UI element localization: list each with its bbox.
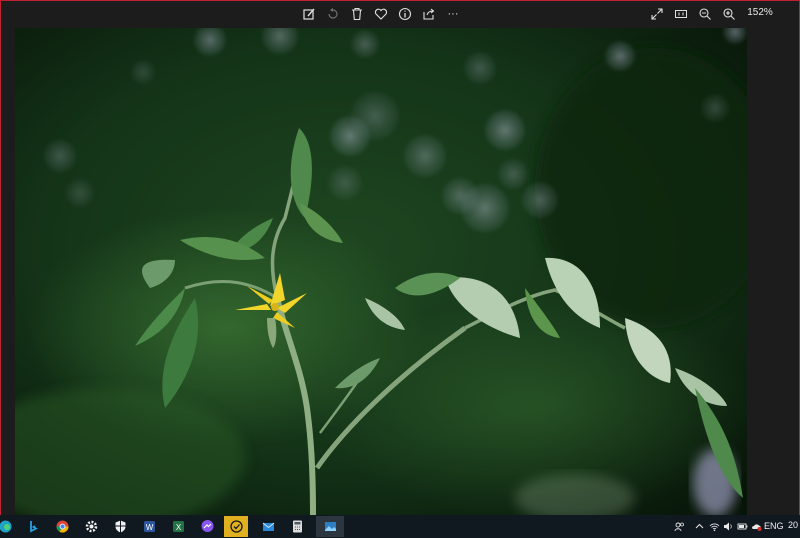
- rotate-icon[interactable]: [323, 4, 343, 24]
- photos-icon[interactable]: [316, 516, 344, 537]
- security-icon[interactable]: [108, 516, 132, 537]
- photos-app-window: ··· 152%: [0, 0, 800, 516]
- messenger-icon[interactable]: [195, 516, 219, 537]
- chrome-icon[interactable]: [50, 516, 74, 537]
- chevron-up-icon[interactable]: [693, 518, 705, 535]
- share-icon[interactable]: [419, 4, 439, 24]
- network-icon[interactable]: [708, 518, 720, 535]
- people-icon[interactable]: [672, 518, 686, 535]
- photo-image: [15, 28, 747, 516]
- onedrive-icon[interactable]: [750, 518, 762, 535]
- sticky-notes-icon[interactable]: [224, 516, 248, 537]
- zoom-level[interactable]: 152%: [745, 7, 775, 18]
- favorite-icon[interactable]: [371, 4, 391, 24]
- excel-icon[interactable]: X: [166, 516, 190, 537]
- windows-taskbar: W X ENG 20: [0, 515, 800, 538]
- volume-icon[interactable]: [722, 518, 734, 535]
- photo-toolbar: ··· 152%: [1, 1, 799, 27]
- more-icon[interactable]: ···: [443, 4, 463, 24]
- bing-icon[interactable]: [21, 516, 45, 537]
- svg-text:X: X: [175, 523, 181, 532]
- svg-text:W: W: [145, 523, 153, 532]
- calculator-icon[interactable]: [285, 516, 309, 537]
- mail-icon[interactable]: [256, 516, 280, 537]
- edit-image-icon[interactable]: [299, 4, 319, 24]
- clock[interactable]: 20: [788, 520, 800, 530]
- edge-icon[interactable]: [0, 516, 17, 537]
- zoom-in-icon[interactable]: [719, 4, 739, 24]
- language-indicator[interactable]: ENG: [764, 521, 784, 531]
- info-icon[interactable]: [395, 4, 415, 24]
- word-icon[interactable]: W: [137, 516, 161, 537]
- delete-icon[interactable]: [347, 4, 367, 24]
- zoom-out-icon[interactable]: [695, 4, 715, 24]
- actual-size-icon[interactable]: [671, 4, 691, 24]
- battery-icon[interactable]: [736, 518, 748, 535]
- photo-canvas[interactable]: [15, 28, 747, 516]
- fullscreen-icon[interactable]: [647, 4, 667, 24]
- settings-icon[interactable]: [79, 516, 103, 537]
